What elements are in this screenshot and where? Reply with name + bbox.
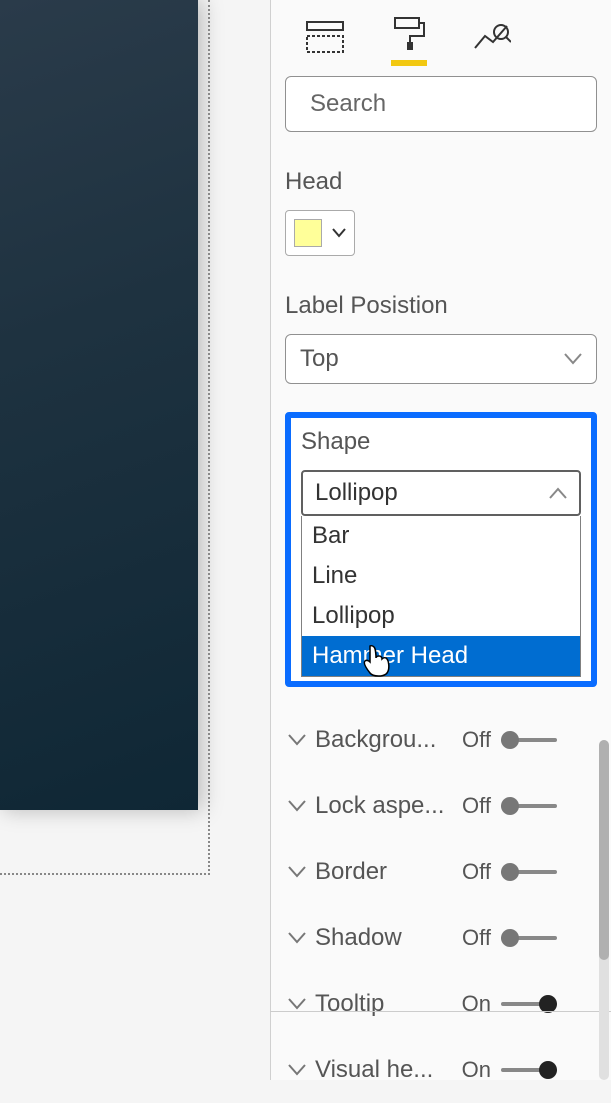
property-state: Off (445, 925, 491, 951)
shape-group-highlighted: Shape Lollipop BarLineLollipopHammer Hea… (285, 412, 597, 687)
shape-option[interactable]: Hammer Head (302, 636, 580, 676)
property-row[interactable]: ShadowOff (285, 905, 597, 971)
chevron-down-icon (285, 866, 309, 878)
search-input[interactable] (310, 90, 611, 118)
property-state: Off (445, 727, 491, 753)
property-row[interactable]: Lock aspe...Off (285, 773, 597, 839)
head-label: Head (285, 168, 597, 196)
format-pane: Head Label Posistion Top Shape Lollipop … (270, 0, 611, 1080)
chevron-down-icon (285, 998, 309, 1010)
analytics-icon (473, 20, 511, 54)
pane-scrollbar[interactable] (599, 740, 609, 1080)
property-state: On (445, 991, 491, 1017)
head-color-swatch (294, 219, 322, 247)
head-group: Head (285, 168, 597, 256)
property-state: Off (445, 793, 491, 819)
paint-roller-icon (391, 16, 427, 52)
property-toggle[interactable] (501, 731, 557, 749)
tab-format[interactable] (391, 16, 427, 66)
search-box[interactable] (285, 76, 597, 132)
property-row[interactable]: Visual he...On (285, 1037, 597, 1103)
shape-select-value: Lollipop (315, 479, 398, 507)
tab-fields[interactable] (305, 20, 345, 62)
chevron-down-icon (285, 800, 309, 812)
shape-select[interactable]: Lollipop (301, 470, 581, 516)
label-position-select[interactable]: Top (285, 334, 597, 384)
fields-icon (305, 20, 345, 54)
property-label: Tooltip (315, 990, 445, 1018)
property-label: Shadow (315, 924, 445, 952)
chevron-up-icon (549, 487, 567, 499)
cursor-pointer-icon (362, 644, 392, 678)
property-toggle[interactable] (501, 1061, 557, 1079)
scrollbar-thumb[interactable] (599, 740, 609, 960)
property-row[interactable]: BorderOff (285, 839, 597, 905)
shape-option[interactable]: Bar (302, 516, 580, 556)
property-toggle[interactable] (501, 797, 557, 815)
label-position-label: Label Posistion (285, 292, 597, 320)
chevron-down-icon (285, 1064, 309, 1076)
shape-option[interactable]: Line (302, 556, 580, 596)
property-state: On (445, 1057, 491, 1083)
report-canvas[interactable] (0, 0, 270, 1080)
property-label: Border (315, 858, 445, 886)
caret-down-icon (332, 228, 346, 238)
shape-dropdown: BarLineLollipopHammer Head (301, 516, 581, 677)
chevron-down-icon (285, 734, 309, 746)
head-color-picker[interactable] (285, 210, 355, 256)
pane-tabs (285, 10, 597, 66)
property-toggle[interactable] (501, 929, 557, 947)
property-state: Off (445, 859, 491, 885)
label-position-value: Top (300, 345, 339, 373)
shape-option[interactable]: Lollipop (302, 596, 580, 636)
property-label: Lock aspe... (315, 792, 445, 820)
property-label: Backgrou... (315, 726, 445, 754)
visual-tile[interactable] (0, 0, 198, 810)
pane-divider (270, 1011, 611, 1012)
property-toggle[interactable] (501, 863, 557, 881)
tab-analytics[interactable] (473, 20, 511, 62)
shape-label: Shape (301, 428, 581, 456)
chevron-down-icon (285, 932, 309, 944)
chevron-down-icon (564, 353, 582, 365)
label-position-group: Label Posistion Top (285, 292, 597, 384)
property-row[interactable]: TooltipOn (285, 971, 597, 1037)
property-list: Backgrou...OffLock aspe...OffBorderOffSh… (285, 707, 597, 1103)
property-row[interactable]: Backgrou...Off (285, 707, 597, 773)
